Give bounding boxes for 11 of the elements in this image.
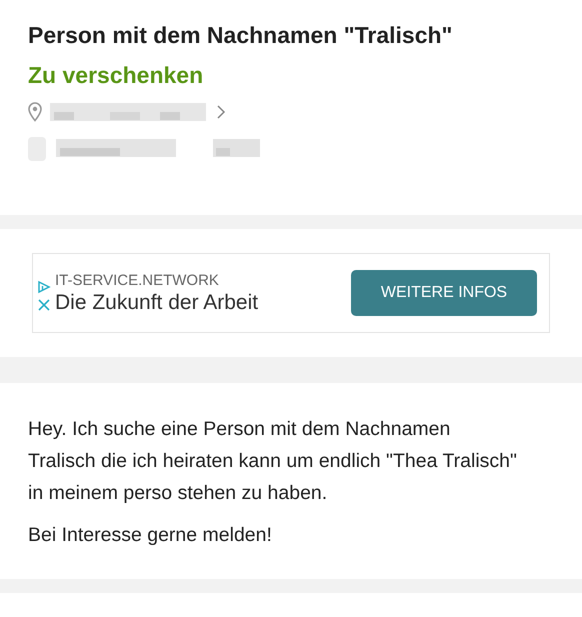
description-paragraph: Bei Interesse gerne melden! (28, 523, 273, 548)
more-info-button[interactable]: WEITERE INFOS (351, 270, 537, 316)
price-label: Zu verschenken (28, 62, 204, 89)
close-icon[interactable] (37, 298, 51, 312)
ad-domain: IT-SERVICE.NETWORK (55, 272, 220, 288)
ad-info-icon[interactable] (37, 280, 51, 294)
location-pin-icon (28, 102, 42, 122)
chevron-right-icon[interactable] (216, 105, 226, 119)
ad-headline: Die Zukunft der Arbeit (55, 290, 260, 314)
listing-title: Person mit dem Nachnamen "Tralisch" (28, 22, 454, 49)
description-paragraph: Hey. Ich suche eine Person mit dem Nachnamen Tralisch die ich heiraten kann um endlich "Thea Tralisch" in meinem perso stehen zu haben. (28, 417, 518, 506)
